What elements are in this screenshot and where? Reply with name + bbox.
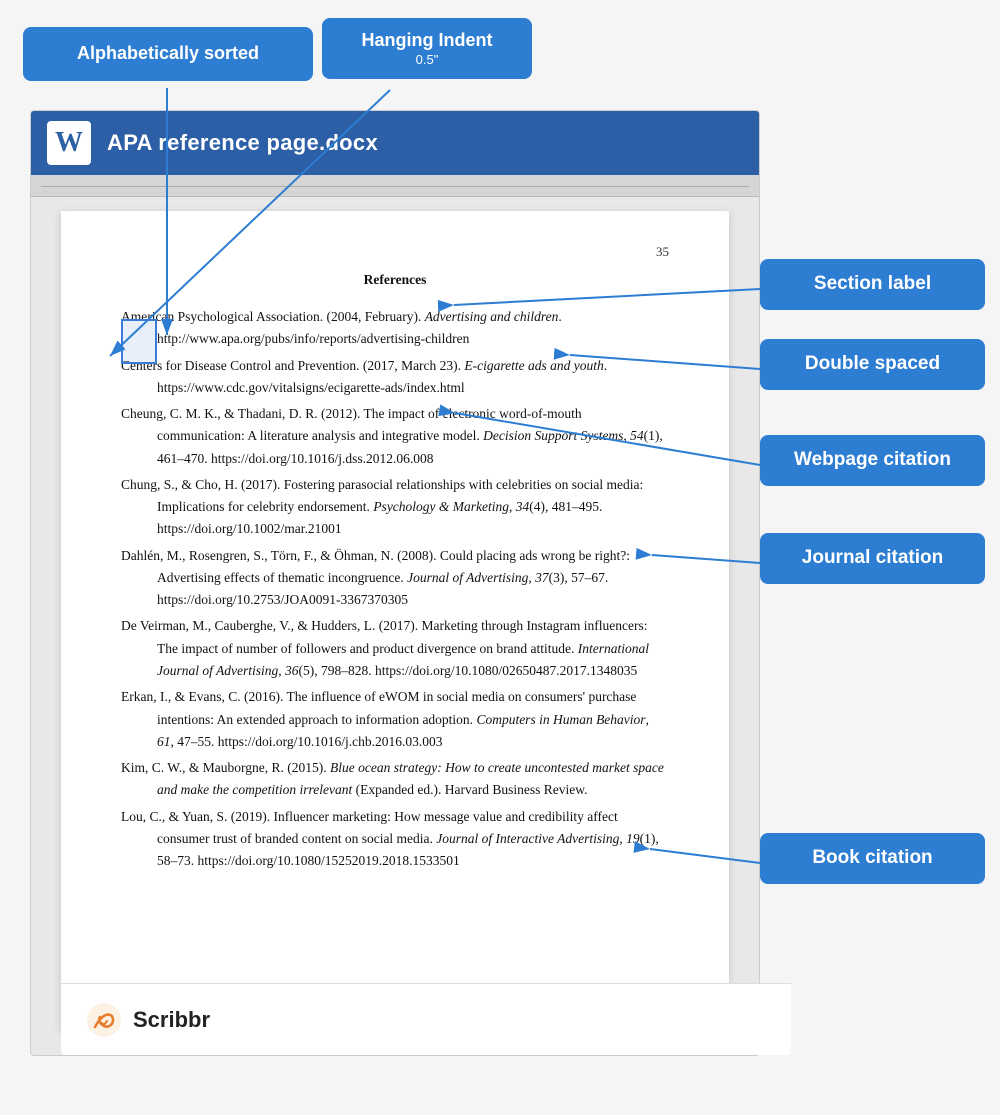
book-citation-text: Book citation xyxy=(812,847,932,868)
ref-entry-7: Erkan, I., & Evans, C. (2016). The influ… xyxy=(121,686,669,753)
ruler xyxy=(31,175,759,197)
scribbr-logo-icon xyxy=(85,1001,123,1039)
doc-title: APA reference page.docx xyxy=(107,130,378,156)
scribbr-footer: Scribbr xyxy=(61,983,791,1055)
scribbr-name: Scribbr xyxy=(133,1007,210,1033)
page-number: 35 xyxy=(121,241,669,263)
ruler-ticks xyxy=(41,175,749,196)
badge-double-spaced: Double spaced xyxy=(760,339,985,390)
badge-section-label: Section label xyxy=(760,259,985,310)
badge-book-citation: Book citation xyxy=(760,833,985,884)
document-page: 35 References American Psychological Ass… xyxy=(61,211,729,1031)
section-label-text: Section label xyxy=(814,273,931,294)
badge-webpage-citation: Webpage citation xyxy=(760,435,985,486)
ref-entry-6: De Veirman, M., Cauberghe, V., & Hudders… xyxy=(121,615,669,682)
ref-entry-5: Dahlén, M., Rosengren, S., Törn, F., & Ö… xyxy=(121,545,669,612)
main-container: Alphabetically sorted Hanging Indent 0.5… xyxy=(0,0,1000,1115)
document-wrapper: W APA reference page.docx 35 References … xyxy=(30,110,760,1056)
ref-entry-4: Chung, S., & Cho, H. (2017). Fostering p… xyxy=(121,474,669,541)
webpage-citation-text: Webpage citation xyxy=(794,449,951,470)
badge-journal-citation: Journal citation xyxy=(760,533,985,584)
badge-alphabetically: Alphabetically sorted xyxy=(23,27,313,81)
hanging-indent-box xyxy=(121,319,157,364)
doc-header: W APA reference page.docx xyxy=(31,111,759,175)
ref-entry-3: Cheung, C. M. K., & Thadani, D. R. (2012… xyxy=(121,403,669,470)
ref-entry-1: American Psychological Association. (200… xyxy=(121,306,669,351)
double-spaced-text: Double spaced xyxy=(805,353,940,374)
hanging-indent-label: Hanging Indent xyxy=(338,30,516,52)
ref-entry-8: Kim, C. W., & Mauborgne, R. (2015). Blue… xyxy=(121,757,669,802)
ref-entry-9: Lou, C., & Yuan, S. (2019). Influencer m… xyxy=(121,806,669,873)
ref-entry-2: Centers for Disease Control and Preventi… xyxy=(121,355,669,400)
hanging-sub-label: 0.5" xyxy=(338,52,516,68)
alphabetically-label: Alphabetically sorted xyxy=(77,43,259,63)
badge-hanging-indent: Hanging Indent 0.5" xyxy=(322,18,532,79)
references-heading: References xyxy=(121,269,669,292)
word-icon: W xyxy=(47,121,91,165)
ruler-line xyxy=(41,186,749,187)
journal-citation-text: Journal citation xyxy=(802,547,943,568)
